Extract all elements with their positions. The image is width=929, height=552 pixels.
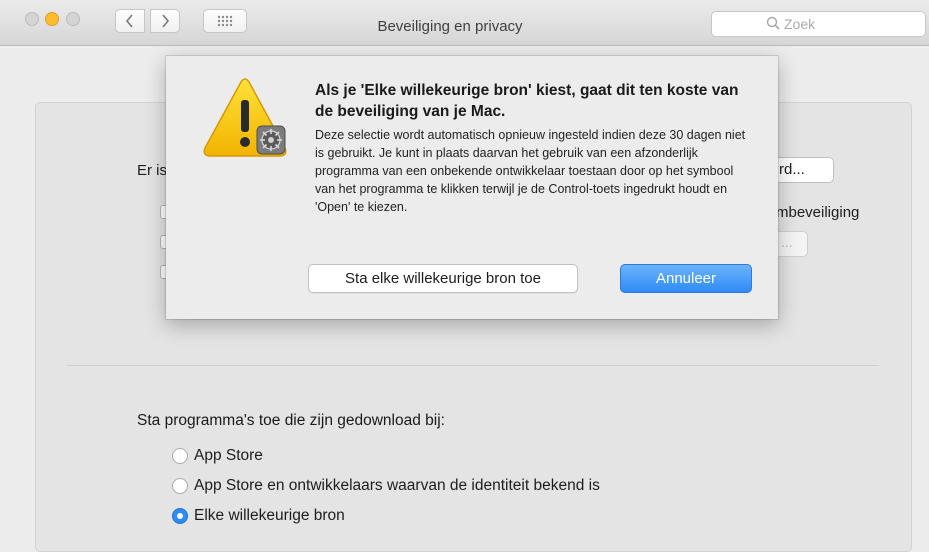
- search-placeholder: Zoek: [784, 16, 816, 32]
- divider: [67, 365, 879, 366]
- radio-label: Elke willekeurige bron: [194, 507, 345, 524]
- radio-label: App Store: [194, 447, 263, 464]
- chevron-right-icon: [162, 14, 170, 28]
- radio-anywhere[interactable]: Elke willekeurige bron: [172, 507, 345, 525]
- radio-app-store-identified[interactable]: App Store en ontwikkelaars waarvan de id…: [172, 477, 600, 495]
- radio-label: App Store en ontwikkelaars waarvan de id…: [194, 477, 600, 494]
- partial-text: mbeveiliging: [776, 204, 860, 221]
- title-bar: Beveiliging en privacy Zoek: [0, 0, 929, 46]
- alert-message: Deze selectie wordt automatisch opnieuw …: [315, 128, 746, 214]
- minimize-window-button[interactable]: [45, 12, 59, 26]
- allow-anywhere-button[interactable]: Sta elke willekeurige bron toe: [308, 264, 578, 293]
- forward-button[interactable]: [150, 9, 180, 33]
- radio-app-store[interactable]: App Store: [172, 447, 263, 465]
- zoom-window-button[interactable]: [66, 12, 80, 26]
- alert-title: Als je 'Elke willekeurige bron' kiest, g…: [315, 82, 739, 120]
- window-title: Beveiliging en privacy: [377, 18, 523, 35]
- search-field[interactable]: Zoek: [711, 11, 926, 37]
- show-all-button[interactable]: [203, 9, 247, 33]
- search-icon: [766, 16, 780, 30]
- back-button[interactable]: [115, 9, 145, 33]
- radio-button[interactable]: [172, 448, 188, 464]
- grid-icon: [217, 15, 233, 27]
- close-window-button[interactable]: [25, 12, 39, 26]
- radio-button-selected[interactable]: [172, 508, 188, 524]
- allow-apps-label: Sta programma's toe die zijn gedownload …: [137, 412, 445, 429]
- settings-badge: [256, 125, 286, 155]
- partial-text: Er is: [137, 162, 167, 179]
- warning-icon: [203, 78, 287, 157]
- chevron-left-icon: [125, 14, 133, 28]
- alert-sheet: Als je 'Elke willekeurige bron' kiest, g…: [166, 56, 778, 319]
- radio-button[interactable]: [172, 478, 188, 494]
- cancel-button[interactable]: Annuleer: [620, 264, 752, 293]
